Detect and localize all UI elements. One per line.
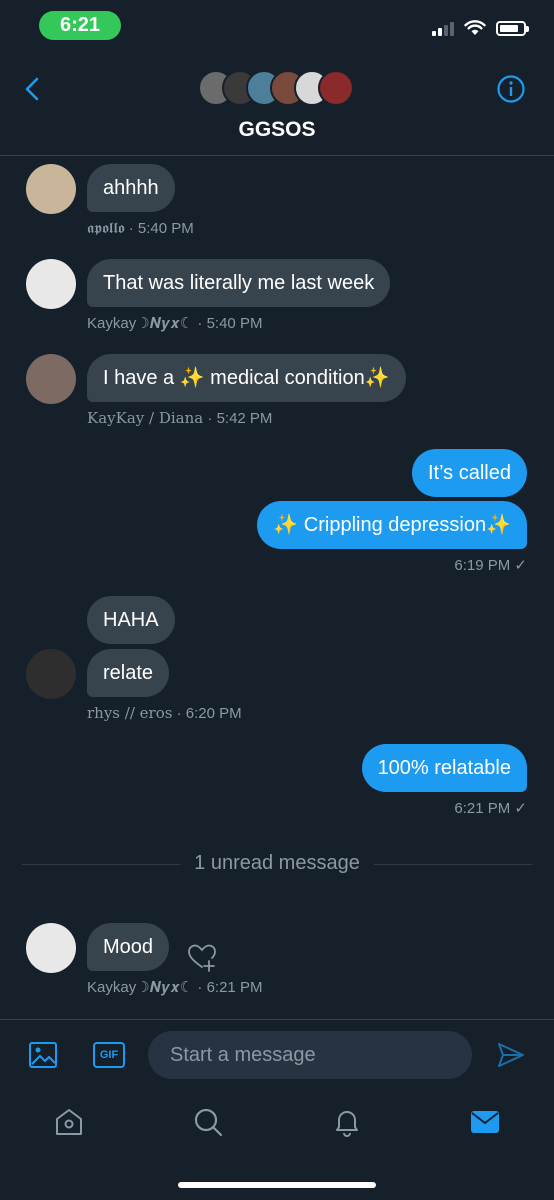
message-composer: GIF (0, 1019, 554, 1090)
avatar[interactable] (26, 923, 76, 973)
sender-name: KayKay / Diana (87, 409, 204, 427)
tab-bar (0, 1090, 554, 1200)
message-time: 6:21 PM (206, 979, 263, 996)
message-bubble[interactable]: ahhhh (87, 164, 175, 212)
message-input[interactable] (148, 1031, 472, 1079)
message-bubble[interactable]: That was literally me last week (87, 259, 391, 307)
battery-icon (496, 20, 529, 36)
message-list[interactable]: ahhhh 𝖆𝖕𝖔𝖑𝖑𝖔 · 5:40 PM That was literall… (0, 156, 554, 1018)
message-time: 5:40 PM (206, 315, 263, 332)
message-meta: Kaykay☽𝑵𝒚𝒙☾ · 6:21 PM (87, 979, 263, 996)
status-bar: 6:21 (0, 0, 554, 52)
unread-label: 1 unread message (0, 852, 554, 875)
message-meta: Kaykay☽𝑵𝒚𝒙☾ · 5:40 PM (87, 315, 263, 332)
back-arrow-icon[interactable] (18, 74, 48, 104)
search-icon[interactable] (192, 1106, 224, 1138)
avatar[interactable] (26, 259, 76, 309)
message-time: 5:42 PM (216, 410, 273, 427)
image-icon[interactable] (28, 1040, 58, 1070)
cellular-signal-icon (432, 20, 454, 36)
message-bubble[interactable]: HAHA (87, 596, 175, 644)
home-indicator (178, 1182, 376, 1188)
avatar[interactable] (26, 354, 76, 404)
message-meta: 𝖆𝖕𝖔𝖑𝖑𝖔 · 5:40 PM (87, 219, 194, 237)
message-time: 5:40 PM (137, 220, 194, 237)
gif-button[interactable]: GIF (93, 1042, 125, 1068)
status-icons (432, 20, 529, 36)
message-time: 6:20 PM (185, 705, 242, 722)
messages-envelope-icon[interactable] (469, 1106, 501, 1138)
add-reaction-heart-icon[interactable] (186, 941, 218, 973)
avatar[interactable] (26, 164, 76, 214)
message-time: 6:21 PM ✓ (454, 800, 527, 817)
sender-name: Kaykay☽𝑵𝒚𝒙☾ (87, 315, 194, 332)
avatar[interactable] (26, 649, 76, 699)
message-meta: KayKay / Diana · 5:42 PM (87, 409, 273, 427)
info-icon[interactable] (496, 74, 526, 104)
conversation-title: GGSOS (238, 118, 316, 141)
sender-name: 𝖆𝖕𝖔𝖑𝖑𝖔 (87, 219, 125, 237)
notifications-bell-icon[interactable] (331, 1106, 363, 1138)
message-bubble-outgoing[interactable]: It’s called (411, 449, 527, 497)
message-bubble[interactable]: Mood (87, 923, 170, 971)
wifi-icon (464, 20, 486, 35)
send-icon[interactable] (496, 1040, 526, 1070)
conversation-header: GGSOS (0, 52, 554, 156)
message-bubble[interactable]: relate (87, 649, 170, 697)
sender-name: Kaykay☽𝑵𝒚𝒙☾ (87, 979, 194, 996)
group-avatar (318, 70, 354, 106)
message-bubble[interactable]: I have a ✨ medical condition✨ (87, 354, 406, 402)
home-icon[interactable] (53, 1106, 85, 1138)
group-avatars[interactable] (198, 70, 354, 106)
message-bubble-outgoing[interactable]: 100% relatable (361, 744, 527, 792)
sender-name: rhys // eros (87, 704, 173, 722)
message-time: 6:19 PM ✓ (454, 557, 527, 574)
status-time[interactable]: 6:21 (39, 11, 121, 40)
message-meta: rhys // eros · 6:20 PM (87, 704, 242, 722)
message-bubble-outgoing[interactable]: ✨ Crippling depression✨ (257, 501, 527, 549)
